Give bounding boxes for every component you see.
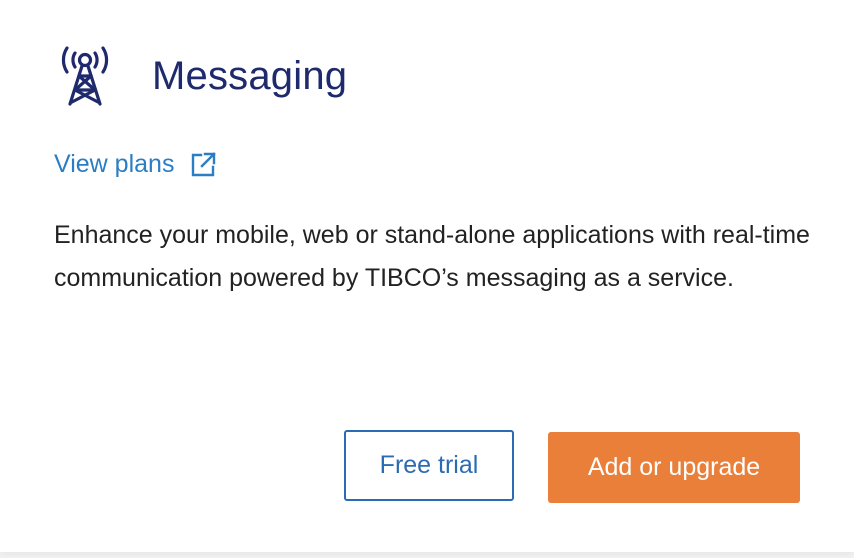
view-plans-link[interactable]: View plans	[54, 150, 217, 179]
free-trial-button[interactable]: Free trial	[344, 430, 514, 501]
radio-tower-icon	[52, 44, 118, 108]
view-plans-label: View plans	[54, 150, 175, 178]
card-title: Messaging	[152, 54, 348, 98]
add-or-upgrade-button[interactable]: Add or upgrade	[548, 432, 800, 503]
external-link-icon	[190, 151, 217, 178]
messaging-card: Messaging View plans Enhance your mobile…	[0, 0, 854, 552]
card-header: Messaging	[52, 44, 347, 108]
card-description: Enhance your mobile, web or stand-alone …	[54, 221, 810, 292]
